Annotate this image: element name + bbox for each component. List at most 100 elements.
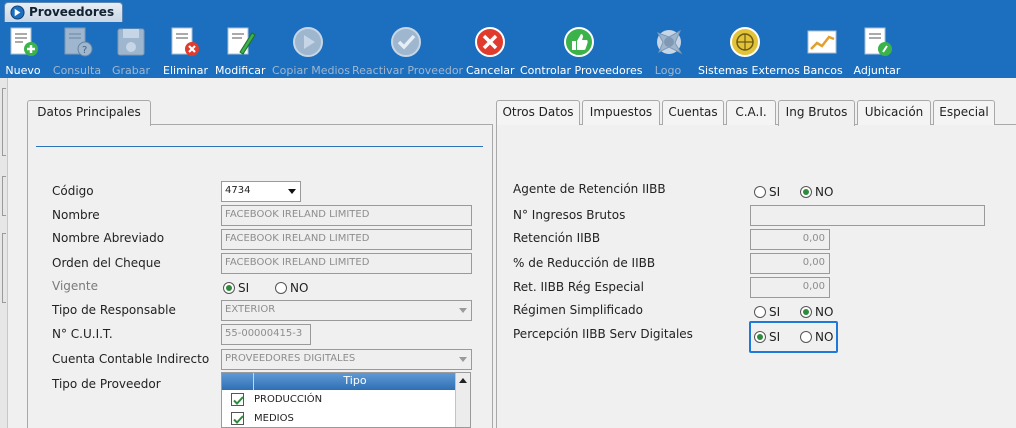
regimen-simplificado-no-radio[interactable]: NO [800, 305, 833, 321]
orden-cheque-field[interactable]: FACEBOOK IRELAND LIMITED [221, 253, 472, 274]
radio-empty-icon [754, 186, 766, 198]
logo-button[interactable]: Logo [652, 25, 684, 77]
grid-corner [222, 373, 254, 390]
radio-selected-icon [800, 186, 812, 198]
radio-selected-icon [754, 331, 766, 343]
tab-ing-brutos[interactable]: Ing Brutos [778, 100, 855, 126]
reduccion-iibb-label: % de Reducción de IIBB [513, 256, 656, 270]
ret-reg-especial-label: Ret. IIBB Rég Especial [513, 280, 644, 294]
ret-reg-especial-field[interactable]: 0,00 [750, 277, 830, 298]
retencion-iibb-field[interactable]: 0,00 [750, 229, 830, 250]
vigente-no-radio[interactable]: NO [275, 281, 308, 297]
scroll-up-icon[interactable] [459, 378, 467, 383]
vigente-si-radio[interactable]: SI [223, 281, 249, 297]
window-title: Proveedores [29, 5, 115, 19]
window-tab[interactable]: Proveedores [4, 2, 124, 22]
logo-icon [656, 29, 683, 55]
percepcion-digitales-label: Percepción IIBB Serv Digitales [513, 327, 693, 341]
attach-document-icon [864, 27, 892, 56]
nro-ingresos-brutos-field[interactable] [750, 205, 985, 226]
tipo-responsable-label: Tipo de Responsable [52, 303, 176, 317]
tipo-proveedor-grid: Tipo PRODUCCIÓN MEDIOS [221, 372, 471, 428]
ing-brutos-panel [496, 124, 1016, 428]
orden-cheque-label: Orden del Cheque [52, 256, 161, 270]
tab-cai[interactable]: C.A.I. [726, 100, 776, 125]
bancos-button[interactable]: Bancos [803, 25, 843, 77]
query-document-icon: ? [64, 27, 93, 57]
tab-especial[interactable]: Especial [933, 100, 995, 125]
grabar-button[interactable]: Grabar [111, 25, 151, 77]
radio-empty-icon [754, 306, 766, 318]
copiar-medios-button[interactable]: Copiar Medios [272, 25, 350, 77]
sistemas-externos-button[interactable]: Sistemas Externos [698, 25, 800, 77]
tab-cuentas[interactable]: Cuentas [662, 100, 724, 125]
percepcion-digitales-si-radio[interactable]: SI [754, 330, 780, 346]
controlar-proveedores-button[interactable]: Controlar Proveedores [520, 25, 643, 77]
cuenta-contable-label: Cuenta Contable Indirecto [52, 352, 210, 366]
tab-datos-principales[interactable]: Datos Principales [27, 100, 151, 126]
section-divider [36, 146, 483, 147]
agente-retencion-si-radio[interactable]: SI [754, 185, 780, 201]
table-row[interactable]: MEDIOS [222, 410, 456, 427]
tipo-responsable-value: EXTERIOR [225, 304, 276, 315]
checkmark-circle-icon [391, 27, 421, 57]
cancelar-button[interactable]: Cancelar [466, 25, 515, 77]
row-tipo-value: PRODUCCIÓN [254, 394, 323, 405]
cuit-field[interactable]: 55-00000415-3 [221, 324, 311, 345]
percepcion-digitales-no-radio[interactable]: NO [800, 330, 833, 346]
modificar-button[interactable]: Modificar [215, 25, 266, 77]
retencion-iibb-label: Retención IIBB [513, 231, 601, 245]
tipo-responsable-select[interactable]: EXTERIOR [221, 300, 472, 321]
eliminar-button[interactable]: Eliminar [163, 25, 208, 77]
consulta-button[interactable]: ? Consulta [52, 25, 102, 77]
table-row[interactable]: PRODUCCIÓN [222, 391, 456, 409]
tab-otros-datos[interactable]: Otros Datos [496, 100, 580, 125]
splitter-mark [2, 176, 6, 216]
title-bar: Proveedores [0, 0, 1016, 22]
chevron-down-icon[interactable] [459, 308, 467, 313]
regimen-simplificado-si-radio[interactable]: SI [754, 305, 780, 321]
codigo-value: 4734 [225, 185, 251, 196]
nombre-label: Nombre [52, 208, 100, 222]
radio-empty-icon [275, 282, 287, 294]
nuevo-button[interactable]: Nuevo [4, 25, 42, 77]
reactivar-proveedor-button[interactable]: Reactivar Proveedor [352, 25, 463, 77]
regimen-simplificado-label: Régimen Simplificado [513, 303, 644, 317]
cuenta-contable-value: PROVEEDORES DIGITALES [225, 353, 356, 364]
agente-retencion-no-radio[interactable]: NO [800, 185, 833, 201]
codigo-select[interactable]: 4734 [221, 181, 301, 202]
save-disk-icon [117, 28, 145, 56]
delete-document-icon [171, 27, 199, 56]
tab-ubicacion[interactable]: Ubicación [857, 100, 931, 125]
checkmark-icon [233, 396, 244, 405]
nombre-abreviado-field[interactable]: FACEBOOK IRELAND LIMITED [221, 229, 472, 250]
checkbox-checked[interactable] [231, 412, 244, 425]
grid-header: Tipo [222, 373, 456, 390]
svg-text:?: ? [82, 45, 87, 56]
cuenta-contable-select[interactable]: PROVEEDORES DIGITALES [221, 349, 472, 370]
checkbox-checked[interactable] [231, 393, 244, 406]
external-systems-icon [730, 27, 760, 57]
grid-scrollbar[interactable] [455, 373, 470, 427]
play-circle-icon [293, 27, 323, 57]
cuit-label: N° C.U.I.T. [52, 327, 113, 341]
radio-selected-icon [223, 282, 235, 294]
tab-impuestos[interactable]: Impuestos [582, 100, 660, 125]
new-document-icon [10, 27, 38, 56]
splitter-mark [2, 88, 6, 156]
edit-document-icon [227, 27, 256, 55]
toolbar: Nuevo ? Consulta Grabar Eliminar Modific… [0, 22, 1016, 78]
reduccion-iibb-field[interactable]: 0,00 [750, 253, 830, 274]
splitter-mark [2, 233, 6, 303]
nombre-abreviado-label: Nombre Abreviado [52, 231, 165, 245]
left-splitter[interactable] [0, 78, 8, 428]
chevron-down-icon[interactable] [288, 189, 296, 194]
nro-ingresos-brutos-label: N° Ingresos Brutos [513, 208, 626, 222]
nombre-field[interactable]: FACEBOOK IRELAND LIMITED [221, 205, 472, 226]
radio-empty-icon [800, 331, 812, 343]
codigo-label: Código [52, 184, 94, 198]
chevron-down-icon[interactable] [459, 357, 467, 362]
cancel-icon [475, 27, 505, 57]
adjuntar-button[interactable]: Adjuntar [853, 25, 901, 77]
grid-column-tipo[interactable]: Tipo [254, 373, 456, 390]
